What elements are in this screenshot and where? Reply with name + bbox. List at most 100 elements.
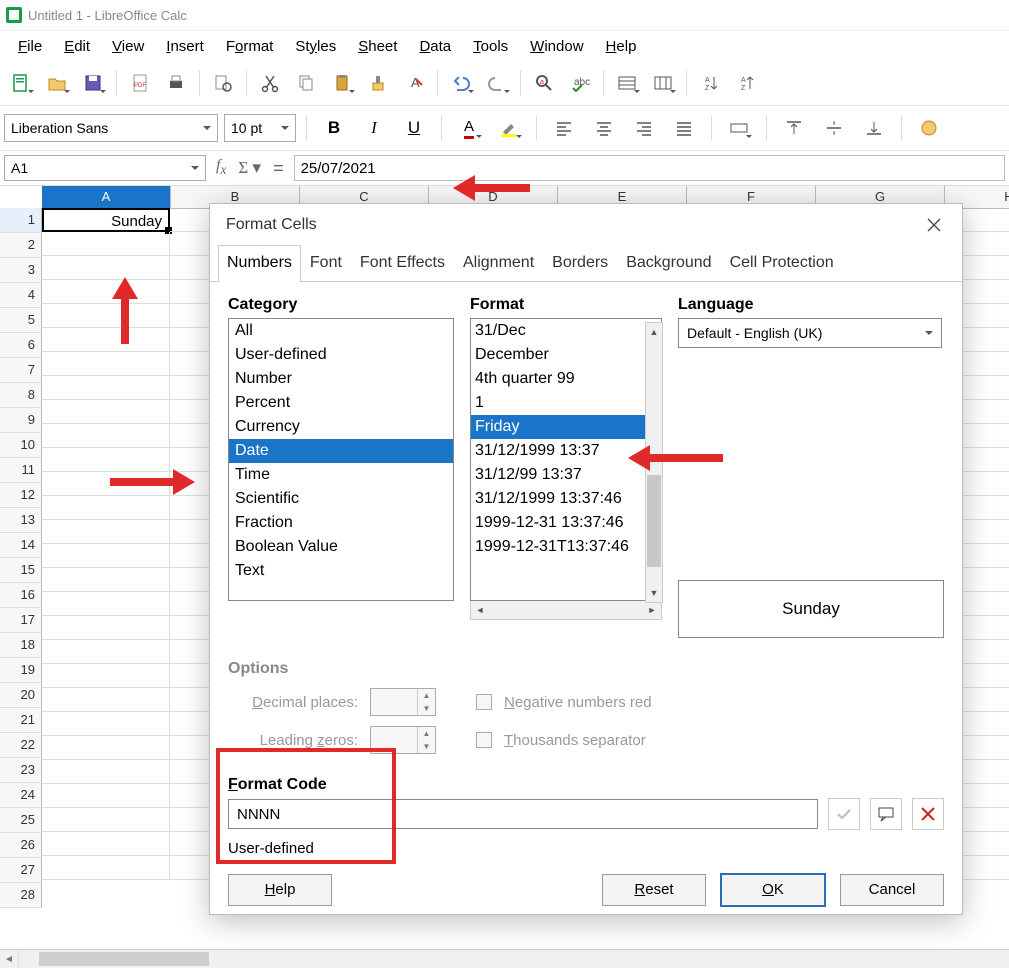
menu-help[interactable]: Help [596, 34, 647, 59]
bold-button[interactable]: B [317, 111, 351, 145]
cell[interactable] [42, 640, 170, 664]
formula-button[interactable]: = [267, 158, 290, 179]
menu-view[interactable]: View [102, 34, 154, 59]
font-color-button[interactable]: A [452, 111, 486, 145]
underline-button[interactable]: U [397, 111, 431, 145]
merge-button[interactable] [722, 111, 756, 145]
row-header-4[interactable]: 4 [0, 283, 42, 308]
row-header-2[interactable]: 2 [0, 233, 42, 258]
apply-code-button[interactable] [828, 798, 860, 830]
row-header-3[interactable]: 3 [0, 258, 42, 283]
tab-background[interactable]: Background [617, 245, 720, 282]
format-code-input[interactable] [228, 799, 818, 829]
row-header-12[interactable]: 12 [0, 483, 42, 508]
row-header-22[interactable]: 22 [0, 733, 42, 758]
scroll-up-icon[interactable]: ▲ [646, 323, 662, 341]
tab-font-effects[interactable]: Font Effects [351, 245, 454, 282]
horizontal-scrollbar[interactable]: ◄ [0, 949, 1009, 968]
category-item[interactable]: Currency [229, 415, 453, 439]
menu-sheet[interactable]: Sheet [348, 34, 407, 59]
scroll-right-icon[interactable]: ► [643, 601, 661, 619]
format-item[interactable]: 1999-12-31 13:37:46 [471, 511, 661, 535]
help-button[interactable]: Help [228, 874, 332, 906]
menu-data[interactable]: Data [409, 34, 461, 59]
currency-button[interactable] [912, 111, 946, 145]
row-header-6[interactable]: 6 [0, 333, 42, 358]
format-listbox[interactable]: 31/DecDecember4th quarter 991Friday31/12… [470, 318, 662, 601]
row-header-27[interactable]: 27 [0, 858, 42, 883]
menu-file[interactable]: File [8, 34, 52, 59]
row-header-13[interactable]: 13 [0, 508, 42, 533]
cell[interactable] [42, 448, 170, 472]
cell[interactable] [42, 736, 170, 760]
italic-button[interactable]: I [357, 111, 391, 145]
cell[interactable] [42, 400, 170, 424]
cell[interactable] [42, 856, 170, 880]
menu-edit[interactable]: Edit [54, 34, 100, 59]
cell[interactable] [42, 352, 170, 376]
menu-window[interactable]: Window [520, 34, 593, 59]
formula-input[interactable]: 25/07/2021 [294, 155, 1005, 181]
cell[interactable] [42, 712, 170, 736]
align-left-button[interactable] [547, 111, 581, 145]
open-button[interactable] [40, 66, 74, 100]
tab-borders[interactable]: Borders [543, 245, 617, 282]
cell[interactable] [42, 280, 170, 304]
tab-cell-protection[interactable]: Cell Protection [721, 245, 843, 282]
cell[interactable] [42, 376, 170, 400]
row-header-25[interactable]: 25 [0, 808, 42, 833]
valign-middle-button[interactable] [817, 111, 851, 145]
cell[interactable] [42, 784, 170, 808]
format-item[interactable]: 31/12/1999 13:37:46 [471, 487, 661, 511]
sort-desc-button[interactable]: AZ [729, 66, 763, 100]
font-name-combo[interactable]: Liberation Sans [4, 114, 218, 142]
row-header-15[interactable]: 15 [0, 558, 42, 583]
category-listbox[interactable]: AllUser-definedNumberPercentCurrencyDate… [228, 318, 454, 601]
format-item[interactable]: 1999-12-31T13:37:46 [471, 535, 661, 559]
row-header-20[interactable]: 20 [0, 683, 42, 708]
row-header-19[interactable]: 19 [0, 658, 42, 683]
row-header-26[interactable]: 26 [0, 833, 42, 858]
align-right-button[interactable] [627, 111, 661, 145]
cell[interactable] [42, 808, 170, 832]
function-wizard-button[interactable]: fx [210, 157, 232, 178]
clone-formatting-button[interactable] [361, 66, 395, 100]
save-button[interactable] [76, 66, 110, 100]
format-item[interactable]: 31/12/1999 13:37 [471, 439, 661, 463]
cell[interactable] [42, 544, 170, 568]
font-size-combo[interactable]: 10 pt [224, 114, 296, 142]
row-header-8[interactable]: 8 [0, 383, 42, 408]
format-item[interactable]: December [471, 343, 661, 367]
row-header-24[interactable]: 24 [0, 783, 42, 808]
language-select[interactable]: Default - English (UK) [678, 318, 942, 348]
undo-button[interactable] [444, 66, 478, 100]
highlight-button[interactable] [492, 111, 526, 145]
align-justify-button[interactable] [667, 111, 701, 145]
tab-font[interactable]: Font [301, 245, 351, 282]
export-pdf-button[interactable]: PDF [123, 66, 157, 100]
cell[interactable] [42, 616, 170, 640]
menu-styles[interactable]: Styles [285, 34, 346, 59]
row-header-1[interactable]: 1 [0, 208, 42, 233]
category-item[interactable]: Percent [229, 391, 453, 415]
cell[interactable] [42, 688, 170, 712]
col-header-A[interactable]: A [42, 186, 171, 208]
category-item[interactable]: Date [229, 439, 453, 463]
category-item[interactable]: Number [229, 367, 453, 391]
spellcheck-button[interactable]: abc [563, 66, 597, 100]
new-doc-button[interactable] [4, 66, 38, 100]
category-item[interactable]: All [229, 319, 453, 343]
find-button[interactable]: a [527, 66, 561, 100]
ok-button[interactable]: OK [720, 873, 826, 907]
scroll-track[interactable] [19, 950, 1009, 968]
cell[interactable] [42, 832, 170, 856]
row-header-7[interactable]: 7 [0, 358, 42, 383]
row-header-11[interactable]: 11 [0, 458, 42, 483]
row-header-17[interactable]: 17 [0, 608, 42, 633]
scroll-thumb[interactable] [647, 475, 661, 567]
row-header-21[interactable]: 21 [0, 708, 42, 733]
format-item[interactable]: 4th quarter 99 [471, 367, 661, 391]
row-button[interactable] [610, 66, 644, 100]
scroll-down-icon[interactable]: ▼ [646, 584, 662, 602]
print-preview-button[interactable] [206, 66, 240, 100]
